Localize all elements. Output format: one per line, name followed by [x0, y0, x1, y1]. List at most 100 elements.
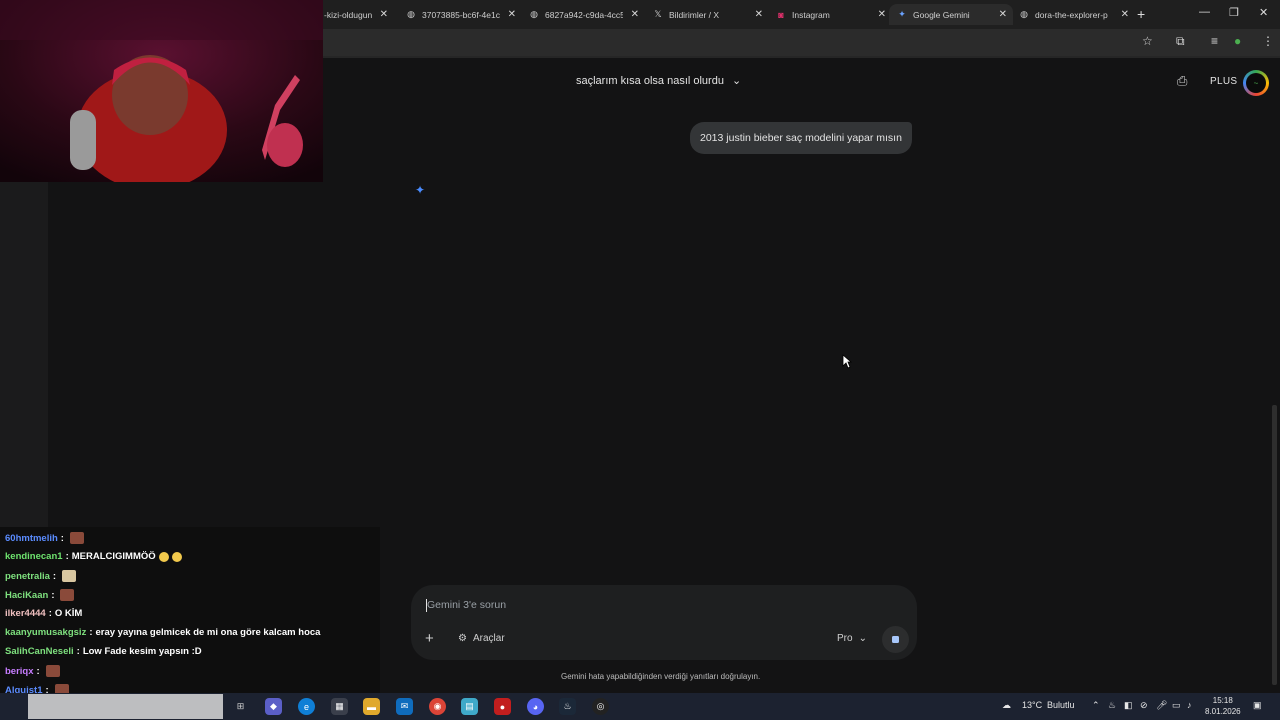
model-label: Pro [837, 633, 853, 644]
copilot-icon[interactable]: ◆ [265, 698, 282, 715]
browser-tab[interactable]: ◍ 37073885-bc6f-4e1c ✕ [398, 4, 522, 25]
print-icon[interactable]: ⎙ [1177, 73, 1187, 89]
chat-message: HaciKaan: [5, 589, 75, 601]
tab-close-icon[interactable]: ✕ [1121, 9, 1129, 20]
tab-close-icon[interactable]: ✕ [878, 9, 886, 20]
gemini-spark-icon: ✦ [415, 183, 426, 197]
add-attachment-button[interactable]: + [425, 630, 434, 647]
browser-tab[interactable]: ◍ 6827a942-c9da-4cc5 ✕ [521, 4, 645, 25]
chat-emote-icon [69, 532, 84, 544]
chat-separator: : [89, 627, 93, 638]
chat-username[interactable]: kaanyumusakgsiz [5, 627, 86, 638]
chat-username[interactable]: 60hmtmelih [5, 533, 58, 544]
notifications-icon[interactable]: ▣ [1253, 700, 1262, 711]
tab-close-icon[interactable]: ✕ [380, 9, 388, 20]
chevron-down-icon: ⌄ [858, 633, 867, 644]
edge-icon[interactable]: e [298, 698, 315, 715]
chrome-icon[interactable]: ◉ [429, 698, 446, 715]
browser-tab[interactable]: -kizi-oldugun ✕ [322, 4, 394, 25]
browser-tab[interactable]: ✦ Google Gemini ✕ [889, 4, 1013, 25]
scrollbar[interactable] [1272, 405, 1277, 685]
profile-icon[interactable]: ● [1234, 34, 1241, 48]
chat-username[interactable]: penetralia [5, 571, 50, 582]
chat-separator: : [60, 532, 64, 544]
chat-text: MERALCIGIMMÖÖ [71, 551, 156, 562]
prompt-input[interactable]: Gemini 3'e sorun [427, 599, 506, 611]
chat-message: SalihCanNeseli: Low Fade kesim yapsın :D [5, 646, 202, 657]
mouse-cursor-icon [842, 354, 852, 369]
x-logo-icon: 𝕏 [654, 9, 662, 19]
extensions-icon[interactable]: ⧉ [1176, 34, 1185, 49]
tab-title: 37073885-bc6f-4e1c [422, 9, 500, 20]
chat-username[interactable]: kendinecan1 [5, 551, 63, 562]
steam-tray-icon[interactable]: ♨ [1108, 700, 1116, 711]
chat-separator: : [76, 646, 80, 657]
stop-generating-button[interactable] [882, 626, 909, 653]
chat-username[interactable]: beriqx [5, 666, 34, 677]
taskbar-clock[interactable]: 15:18 8.01.2026 [1205, 695, 1241, 717]
model-selector[interactable]: Pro ⌄ [837, 633, 867, 644]
tools-icon: ⚙ [458, 633, 467, 644]
browser-tab[interactable]: 𝕏 Bildirimler / X ✕ [645, 4, 769, 25]
chat-separator: : [65, 551, 69, 562]
tray-chevron-icon[interactable]: ⌃ [1092, 700, 1100, 711]
steam-icon[interactable]: ♨ [559, 698, 576, 715]
chat-emote-icon [45, 665, 60, 677]
bookmark-star-icon[interactable]: ☆ [1142, 34, 1153, 48]
chat-message: 60hmtmelih: [5, 532, 84, 544]
weather-icon[interactable]: ☁ [1002, 700, 1011, 711]
tray-app-icon[interactable]: ◧ [1124, 700, 1133, 711]
prompt-input-box[interactable] [411, 585, 917, 660]
tab-close-icon[interactable]: ✕ [999, 9, 1007, 20]
new-tab-button[interactable]: + [1137, 6, 1145, 22]
close-window-icon[interactable]: ✕ [1259, 6, 1268, 19]
chat-emote-icon [60, 589, 75, 601]
chat-text: Low Fade kesim yapsın :D [82, 646, 202, 657]
chat-message: penetralia: [5, 570, 77, 582]
browser-tab[interactable]: ◙ Instagram ✕ [768, 4, 892, 25]
chat-username[interactable]: SalihCanNeseli [5, 646, 74, 657]
restore-icon[interactable]: ❐ [1229, 6, 1239, 19]
browser-menu-icon[interactable]: ⋮ [1262, 34, 1274, 48]
chat-separator: : [52, 570, 57, 582]
globe-icon: ◍ [530, 9, 538, 19]
gemini-sidebar [0, 182, 48, 527]
media-control-icon[interactable]: ≡ [1211, 34, 1218, 48]
chat-separator: : [48, 608, 52, 619]
tools-button[interactable]: ⚙ Araçlar [458, 633, 505, 644]
discord-icon[interactable]: ◕ [527, 698, 544, 715]
tab-title: Bildirimler / X [669, 9, 720, 20]
tab-title: Instagram [792, 9, 830, 20]
outlook-icon[interactable]: ✉ [396, 698, 413, 715]
tab-close-icon[interactable]: ✕ [508, 9, 516, 20]
weather-desc[interactable]: Bulutlu [1047, 700, 1075, 710]
obs-icon[interactable]: ◎ [592, 698, 609, 715]
chat-username[interactable]: ilker4444 [5, 608, 46, 619]
browser-tab[interactable]: ◍ dora-the-explorer-p ✕ [1011, 4, 1135, 25]
conversation-title[interactable]: saçlarım kısa olsa nasıl olurdu ⌄ [576, 74, 741, 88]
tray-app-icon[interactable]: ⊘ [1140, 700, 1148, 711]
task-view-icon[interactable]: ⊞ [232, 698, 249, 715]
plan-badge[interactable]: PLUS [1210, 76, 1237, 87]
chat-separator: : [51, 589, 55, 601]
store-icon[interactable]: ▦ [331, 698, 348, 715]
clock-date: 8.01.2026 [1205, 707, 1241, 716]
notes-app-icon[interactable]: ▤ [461, 698, 478, 715]
tab-close-icon[interactable]: ✕ [631, 9, 639, 20]
avatar[interactable]: ~ [1243, 70, 1269, 96]
user-message-bubble: 2013 justin bieber saç modelini yapar mı… [690, 122, 912, 154]
record-app-icon[interactable]: ● [494, 698, 511, 715]
chat-text: eray yayına gelmicek de mi ona göre kalc… [95, 627, 321, 638]
file-explorer-icon[interactable]: ▬ [363, 698, 380, 715]
volume-icon[interactable]: ♪ [1187, 700, 1192, 710]
network-icon[interactable]: ▭ [1172, 700, 1181, 711]
minimize-icon[interactable]: — [1199, 6, 1210, 18]
chat-message: beriqx: [5, 665, 60, 677]
conversation-title-text: saçlarım kısa olsa nasıl olurdu [576, 74, 724, 87]
microphone-icon[interactable]: 🎤︎ [1156, 700, 1167, 711]
tab-close-icon[interactable]: ✕ [755, 9, 763, 20]
weather-temp[interactable]: 13°C [1022, 700, 1042, 710]
chat-username[interactable]: HaciKaan [5, 590, 48, 601]
avatar-glyph: ~ [1246, 73, 1266, 93]
globe-icon: ◍ [1020, 9, 1028, 19]
